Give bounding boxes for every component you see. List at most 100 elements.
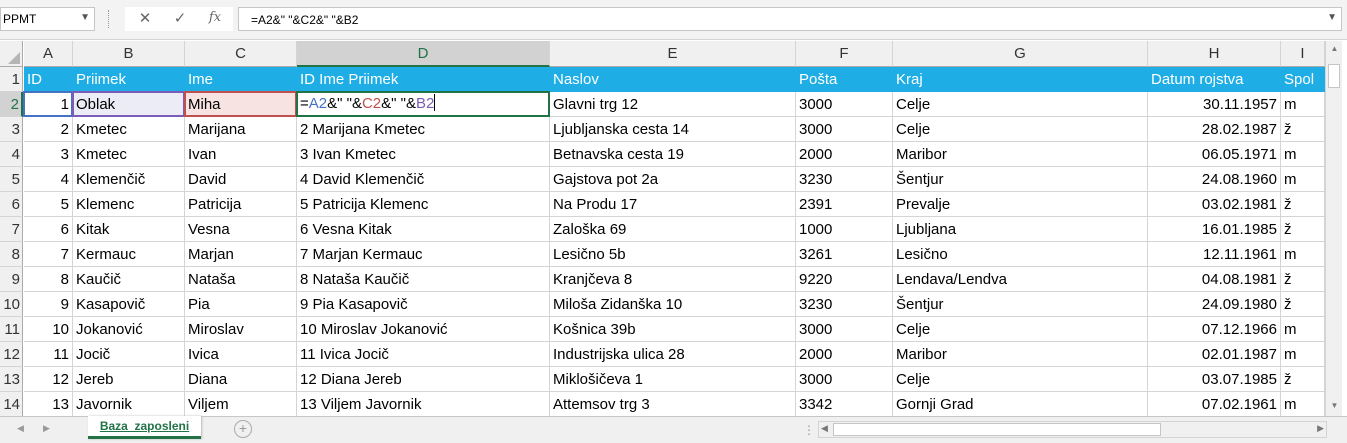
cell[interactable]: Patricija bbox=[185, 192, 297, 217]
cell[interactable]: Kaučič bbox=[73, 267, 185, 292]
cell[interactable]: Gajstova pot 2a bbox=[550, 167, 796, 192]
cell[interactable]: 06.05.1971 bbox=[1148, 142, 1281, 167]
cell[interactable]: 13 Viljem Javornik bbox=[297, 392, 550, 417]
cell[interactable]: 07.12.1966 bbox=[1148, 317, 1281, 342]
row-header-2[interactable]: 2 bbox=[0, 92, 23, 117]
vertical-scrollbar[interactable]: ▲ ▼ bbox=[1325, 41, 1342, 416]
cell[interactable]: Kitak bbox=[73, 217, 185, 242]
chevron-down-icon[interactable]: ▼ bbox=[1327, 12, 1337, 23]
cell[interactable]: 6 Vesna Kitak bbox=[297, 217, 550, 242]
cell[interactable]: 13 bbox=[24, 392, 73, 417]
cell[interactable]: Ljubljana bbox=[893, 217, 1148, 242]
cell[interactable]: 6 bbox=[24, 217, 73, 242]
chevron-down-icon[interactable]: ▼ bbox=[80, 12, 90, 23]
column-header-h[interactable]: H bbox=[1148, 41, 1281, 67]
column-header-b[interactable]: B bbox=[73, 41, 185, 67]
cell[interactable]: Zaloška 69 bbox=[550, 217, 796, 242]
row-header-14[interactable]: 14 bbox=[0, 392, 23, 417]
cell[interactable]: Šentjur bbox=[893, 167, 1148, 192]
cell[interactable]: Kermauc bbox=[73, 242, 185, 267]
row-header-7[interactable]: 7 bbox=[0, 217, 23, 242]
cell[interactable]: Ivan bbox=[185, 142, 297, 167]
column-header-e[interactable]: E bbox=[550, 41, 796, 67]
column-header-i[interactable]: I bbox=[1281, 41, 1325, 67]
cell[interactable]: 10 Miroslav Jokanović bbox=[297, 317, 550, 342]
scroll-thumb[interactable] bbox=[833, 423, 1161, 436]
row-header-11[interactable]: 11 bbox=[0, 317, 23, 342]
cell[interactable]: 16.01.1985 bbox=[1148, 217, 1281, 242]
cell[interactable]: 3000 bbox=[796, 367, 893, 392]
cell[interactable]: 03.02.1981 bbox=[1148, 192, 1281, 217]
row-header-5[interactable]: 5 bbox=[0, 167, 23, 192]
horizontal-scrollbar[interactable]: ◀ ▶ bbox=[818, 421, 1327, 438]
cell[interactable]: m bbox=[1281, 242, 1325, 267]
header-cell[interactable]: Naslov bbox=[550, 67, 796, 92]
add-sheet-icon[interactable]: + bbox=[234, 420, 252, 438]
cell[interactable]: Industrijska ulica 28 bbox=[550, 342, 796, 367]
cell[interactable]: Miloša Zidanška 10 bbox=[550, 292, 796, 317]
cell[interactable]: David bbox=[185, 167, 297, 192]
cell[interactable]: m bbox=[1281, 92, 1325, 117]
cell[interactable]: 10 bbox=[24, 317, 73, 342]
header-cell[interactable]: Datum rojstva bbox=[1148, 67, 1281, 92]
cell[interactable]: 2 Marijana Kmetec bbox=[297, 117, 550, 142]
row-header-10[interactable]: 10 bbox=[0, 292, 23, 317]
cell[interactable]: Attemsov trg 3 bbox=[550, 392, 796, 417]
cell[interactable]: Klemenc bbox=[73, 192, 185, 217]
cell[interactable]: 9 Pia Kasapovič bbox=[297, 292, 550, 317]
row-header-6[interactable]: 6 bbox=[0, 192, 23, 217]
cell[interactable]: 9 bbox=[24, 292, 73, 317]
cell[interactable]: 7 Marjan Kermauc bbox=[297, 242, 550, 267]
tab-baza-zaposleni[interactable]: Baza_zaposleni bbox=[88, 416, 201, 439]
column-header-g[interactable]: G bbox=[893, 41, 1148, 67]
cell[interactable]: 4 David Klemenčič bbox=[297, 167, 550, 192]
header-cell[interactable]: Pošta bbox=[796, 67, 893, 92]
cell[interactable]: Javornik bbox=[73, 392, 185, 417]
tab-prev-icon[interactable]: ◀ bbox=[17, 423, 24, 434]
cell[interactable]: Nataša bbox=[185, 267, 297, 292]
cell[interactable]: Maribor bbox=[893, 342, 1148, 367]
cell[interactable]: 04.08.1981 bbox=[1148, 267, 1281, 292]
cell[interactable]: 02.01.1987 bbox=[1148, 342, 1281, 367]
cell[interactable]: Košnica 39b bbox=[550, 317, 796, 342]
cell[interactable]: 3261 bbox=[796, 242, 893, 267]
cell[interactable]: Na Produ 17 bbox=[550, 192, 796, 217]
cell[interactable]: Betnavska cesta 19 bbox=[550, 142, 796, 167]
cell[interactable]: 5 Patricija Klemenc bbox=[297, 192, 550, 217]
select-all-corner[interactable] bbox=[0, 41, 23, 67]
tab-next-icon[interactable]: ▶ bbox=[43, 423, 50, 434]
cell[interactable]: Lendava/Lendva bbox=[893, 267, 1148, 292]
scroll-up-icon[interactable]: ▲ bbox=[1329, 44, 1340, 56]
cell[interactable]: 3000 bbox=[796, 317, 893, 342]
cell[interactable]: 8 bbox=[24, 267, 73, 292]
scroll-right-icon[interactable]: ▶ bbox=[1317, 423, 1324, 434]
cell[interactable]: 9220 bbox=[796, 267, 893, 292]
cell[interactable]: 12 bbox=[24, 367, 73, 392]
cell[interactable]: 8 Nataša Kaučič bbox=[297, 267, 550, 292]
cell[interactable]: Lesično bbox=[893, 242, 1148, 267]
cell[interactable]: m bbox=[1281, 167, 1325, 192]
cell[interactable]: 3230 bbox=[796, 292, 893, 317]
cell[interactable]: Diana bbox=[185, 367, 297, 392]
row-header-9[interactable]: 9 bbox=[0, 267, 23, 292]
scroll-down-icon[interactable]: ▼ bbox=[1329, 401, 1340, 413]
cell[interactable]: Ivica bbox=[185, 342, 297, 367]
cell[interactable]: 1000 bbox=[796, 217, 893, 242]
divider[interactable] bbox=[108, 10, 110, 28]
scroll-thumb[interactable] bbox=[1328, 64, 1340, 88]
cell[interactable]: Marijana bbox=[185, 117, 297, 142]
cell[interactable]: Kasapovič bbox=[73, 292, 185, 317]
cell[interactable]: Maribor bbox=[893, 142, 1148, 167]
cell[interactable]: Celje bbox=[893, 117, 1148, 142]
cell[interactable]: ž bbox=[1281, 367, 1325, 392]
cell[interactable]: 03.07.1985 bbox=[1148, 367, 1281, 392]
tab-splitter[interactable]: ⋮ bbox=[803, 423, 816, 437]
cell[interactable]: 2391 bbox=[796, 192, 893, 217]
cell[interactable]: 3000 bbox=[796, 117, 893, 142]
header-cell[interactable]: ID bbox=[24, 67, 73, 92]
cell[interactable]: 11 Ivica Jocič bbox=[297, 342, 550, 367]
row-header-1[interactable]: 1 bbox=[0, 67, 23, 92]
cell[interactable]: 24.08.1960 bbox=[1148, 167, 1281, 192]
scroll-left-icon[interactable]: ◀ bbox=[821, 423, 828, 434]
cell[interactable]: ž bbox=[1281, 192, 1325, 217]
